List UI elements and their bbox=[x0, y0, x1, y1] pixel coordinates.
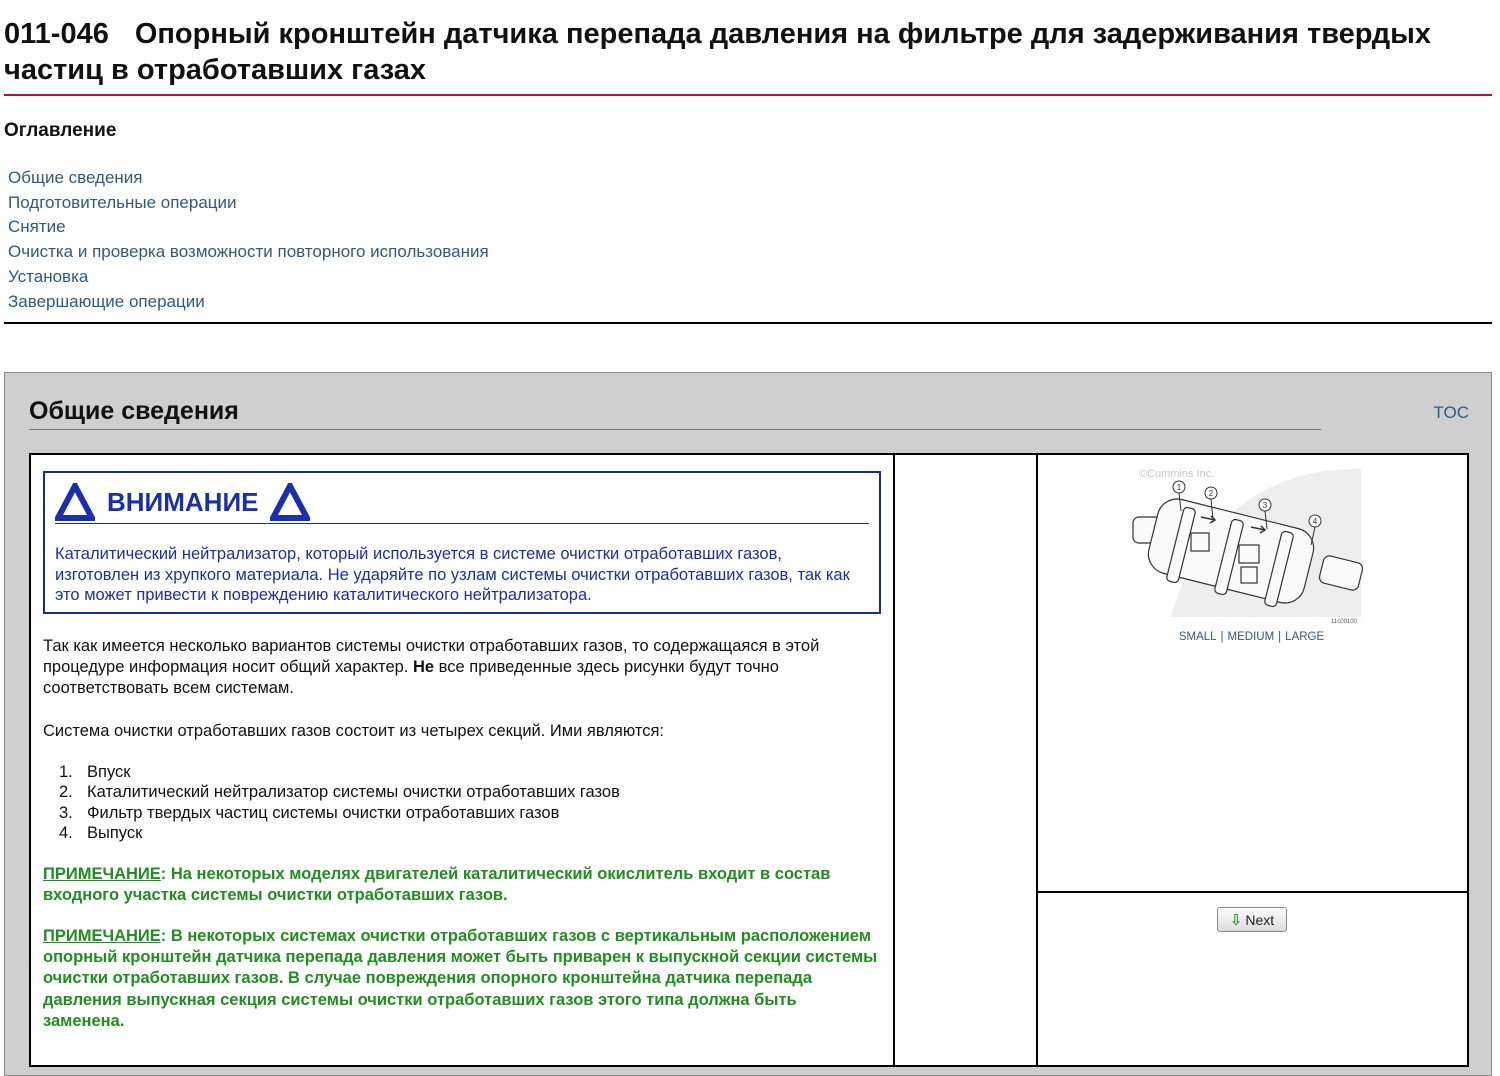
callout-4: 4 bbox=[1313, 517, 1318, 526]
note-1: ПРИМЕЧАНИЕ: На некоторых моделях двигате… bbox=[43, 864, 881, 906]
toc-item-finishing[interactable]: Завершающие операции bbox=[8, 290, 489, 315]
figure-size-links: SMALL | MEDIUM | LARGE bbox=[1036, 631, 1467, 643]
next-button[interactable]: ⇩ Next bbox=[1217, 907, 1287, 932]
warning-box: ВНИМАНИЕ Каталитический нейтрализатор, к… bbox=[43, 471, 881, 614]
note-text: : На некоторых моделях двигателей катали… bbox=[43, 864, 831, 904]
toc-item-removal[interactable]: Снятие bbox=[8, 215, 489, 240]
size-separator: | bbox=[1220, 631, 1224, 643]
figure-watermark: ©Cummins Inc. bbox=[1139, 468, 1214, 480]
toc-item-installation[interactable]: Установка bbox=[8, 265, 489, 290]
intro-bold: Не bbox=[412, 657, 435, 676]
toc-item-clean-inspect[interactable]: Очистка и проверка возможности повторног… bbox=[8, 240, 489, 265]
toc-list: Общие сведения Подготовительные операции… bbox=[8, 166, 489, 314]
toc-heading: Оглавление bbox=[4, 120, 117, 141]
toc-item-preparatory[interactable]: Подготовительные операции bbox=[8, 191, 489, 216]
warning-triangle-icon bbox=[270, 483, 311, 521]
note-label[interactable]: ПРИМЕЧАНИЕ bbox=[43, 865, 161, 883]
figure-id: 11c00100 bbox=[1331, 619, 1358, 625]
document-title: 011-046 Опорный кронштейн датчика перепад… bbox=[4, 16, 1484, 88]
next-button-label: Next bbox=[1245, 911, 1275, 928]
document-code: 011-046 bbox=[4, 18, 109, 50]
list-text: Каталитический нейтрализатор системы очи… bbox=[87, 783, 620, 801]
warning-header: ВНИМАНИЕ bbox=[55, 483, 869, 524]
section-panel: Общие сведения TOC ВНИМАНИЕ Каталитическ… bbox=[4, 372, 1492, 1076]
size-separator: | bbox=[1278, 631, 1282, 643]
list-item: 1. Впуск bbox=[59, 762, 881, 783]
toc-divider bbox=[4, 322, 1492, 324]
warning-triangle-icon bbox=[55, 483, 95, 521]
column-divider bbox=[1036, 455, 1038, 1065]
section-title: Общие сведения bbox=[29, 397, 239, 425]
warning-label: ВНИМАНИЕ bbox=[107, 486, 259, 517]
callout-1: 1 bbox=[1177, 483, 1182, 492]
list-item: 3. Фильтр твердых частиц системы очистки … bbox=[59, 803, 881, 824]
list-item: 2. Каталитический нейтрализатор системы о… bbox=[59, 782, 881, 803]
size-small-link[interactable]: SMALL bbox=[1179, 631, 1217, 643]
text-column: ВНИМАНИЕ Каталитический нейтрализатор, к… bbox=[43, 471, 881, 1032]
column-divider bbox=[893, 455, 895, 1065]
toc-item-general[interactable]: Общие сведения bbox=[8, 166, 489, 191]
callout-2: 2 bbox=[1209, 489, 1214, 498]
list-text: Впуск bbox=[87, 762, 131, 781]
row-divider bbox=[1036, 891, 1467, 893]
document-title-text: Опорный кронштейн датчика перепада давле… bbox=[4, 18, 1432, 86]
size-medium-link[interactable]: MEDIUM bbox=[1228, 631, 1275, 643]
list-item: 4. Выпуск bbox=[59, 823, 881, 844]
note-text: : В некоторых системах очистки отработав… bbox=[43, 926, 878, 1030]
list-number: 3. bbox=[59, 803, 73, 822]
sections-intro: Система очистки отработавших газов состо… bbox=[43, 721, 664, 740]
note-label[interactable]: ПРИМЕЧАНИЕ bbox=[43, 927, 161, 945]
content-table: ВНИМАНИЕ Каталитический нейтрализатор, к… bbox=[29, 453, 1469, 1067]
aftertreatment-figure[interactable]: ©Cummins Inc. 1 2 3 4 11c00100 bbox=[1131, 467, 1371, 627]
callout-3: 3 bbox=[1263, 501, 1268, 510]
size-large-link[interactable]: LARGE bbox=[1285, 631, 1324, 643]
sections-list: 1. Впуск 2. Каталитический нейтрализатор с… bbox=[43, 762, 881, 844]
list-number: 1. bbox=[59, 762, 73, 781]
warning-text: Каталитический нейтрализатор, который ис… bbox=[55, 545, 850, 604]
note-2: ПРИМЕЧАНИЕ: В некоторых системах очистки… bbox=[43, 926, 881, 1032]
section-divider bbox=[29, 429, 1321, 430]
toc-link[interactable]: TOC bbox=[1433, 403, 1469, 423]
intro-paragraph: Так как имеется несколько вариантов сист… bbox=[43, 636, 881, 699]
list-number: 2. bbox=[59, 783, 73, 801]
title-divider bbox=[4, 94, 1492, 96]
list-text: Фильтр твердых частиц системы очистки от… bbox=[87, 803, 560, 822]
list-text: Выпуск bbox=[87, 824, 143, 842]
list-number: 4. bbox=[59, 824, 73, 842]
down-arrow-icon: ⇩ bbox=[1229, 911, 1243, 929]
